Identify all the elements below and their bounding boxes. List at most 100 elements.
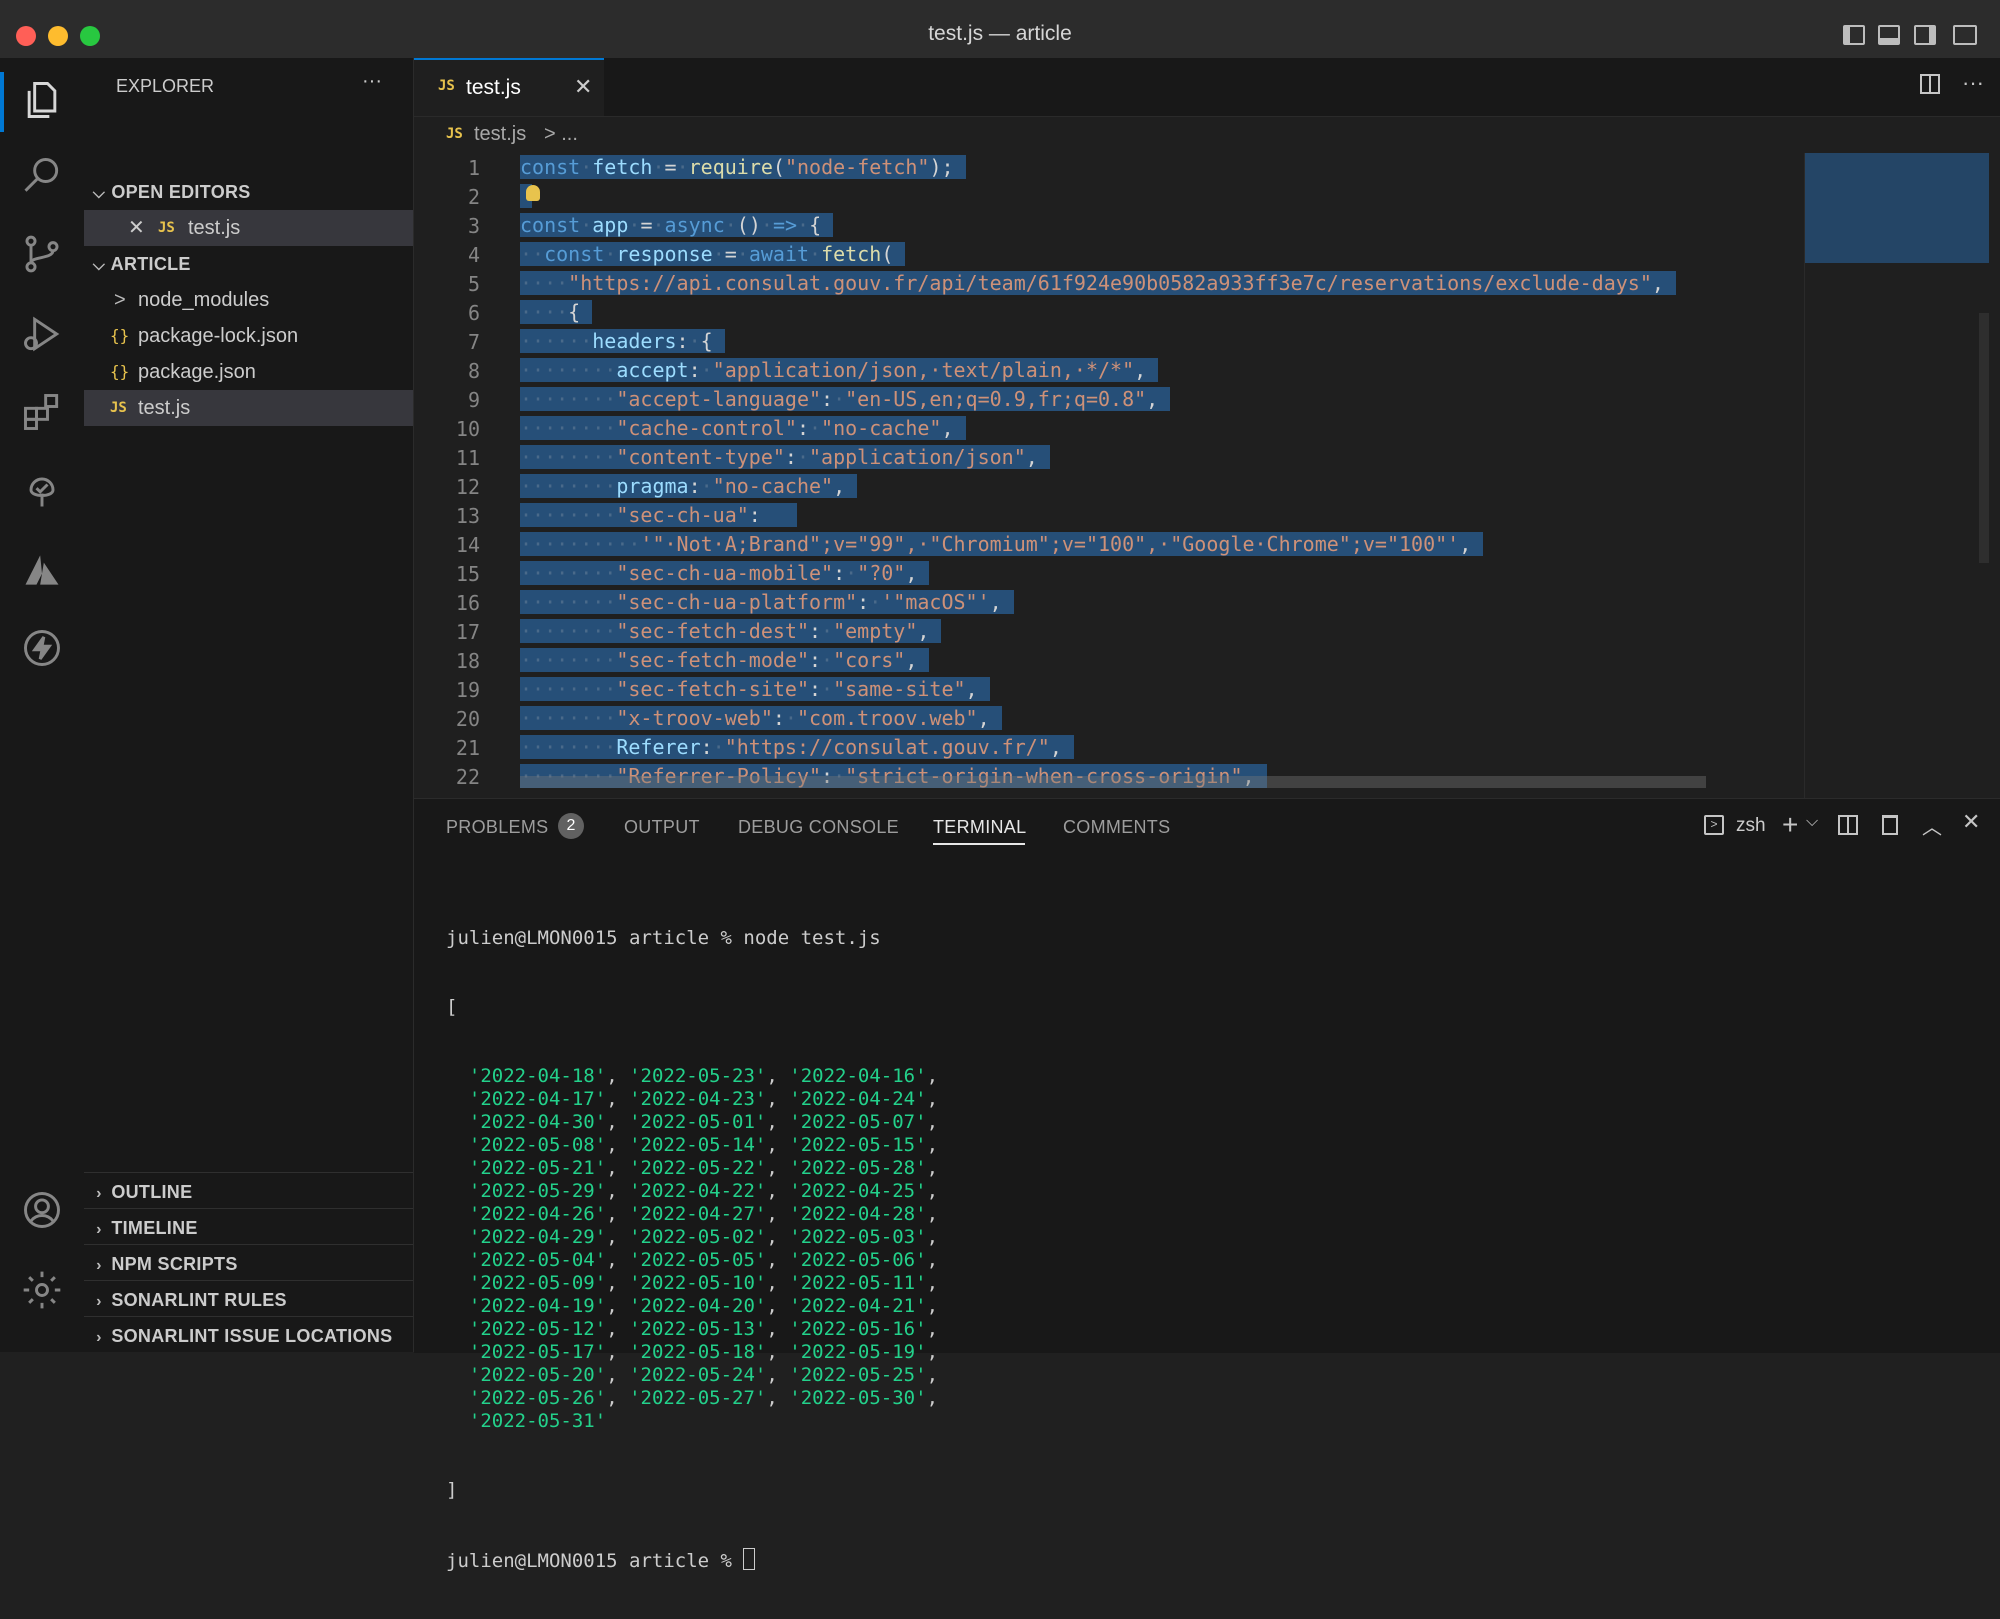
active-indicator	[0, 72, 4, 132]
terminal-close-bracket: ]	[446, 1479, 458, 1501]
date-value: 2022-05-11	[800, 1272, 916, 1294]
section-divider	[84, 1172, 413, 1173]
section-label: TIMELINE	[111, 1218, 198, 1238]
line-number: 4	[467, 243, 480, 267]
tab-comments[interactable]: COMMENTS	[1063, 817, 1170, 838]
tab-test-js[interactable]: JS test.js ✕	[414, 58, 604, 116]
customize-layout-icon[interactable]	[1953, 25, 1977, 45]
date-value: 2022-05-17	[480, 1341, 595, 1363]
tab-label: test.js	[466, 76, 521, 99]
toggle-primary-sidebar-icon[interactable]	[1843, 25, 1865, 45]
tab-terminal[interactable]: TERMINAL	[933, 817, 1026, 838]
terminal-date-row: '2022-05-21', '2022-05-22', '2022-05-28'…	[468, 1157, 939, 1179]
code-editor[interactable]: 1 2 3 4 5 6 7 8 9 10 11 12 13 14 15 16 17 18 19 20 21 22 cons…	[414, 153, 2000, 798]
date-value: 2022-05-15	[800, 1134, 916, 1156]
code-content[interactable]: const·fetch·=·require("node-fetch"); con…	[520, 153, 1676, 791]
terminal-prompt-line[interactable]: julien@LMON0015 article %	[446, 1548, 938, 1573]
date-value: 2022-04-20	[640, 1295, 755, 1317]
date-value: 2022-05-22	[640, 1157, 755, 1179]
date-value: 2022-04-30	[480, 1111, 595, 1133]
lightbulb-icon[interactable]	[526, 185, 540, 201]
toggle-secondary-sidebar-icon[interactable]	[1914, 25, 1936, 45]
date-value: 2022-05-18	[640, 1341, 755, 1363]
date-value: 2022-05-02	[640, 1226, 755, 1248]
line-number: 11	[455, 446, 480, 470]
tree-icon[interactable]	[20, 468, 64, 512]
toggle-panel-icon[interactable]	[1878, 25, 1900, 45]
line-number: 19	[455, 678, 480, 702]
close-panel-icon[interactable]: ✕	[1962, 809, 1980, 835]
editor-tab-bar: JS test.js ✕ ···	[414, 58, 2000, 117]
line-number: 10	[455, 417, 480, 441]
maximize-panel-icon[interactable]: ︿	[1922, 811, 1942, 840]
outline-section[interactable]: › OUTLINE	[84, 1174, 413, 1210]
line-number: 22	[455, 765, 480, 789]
minimap-selection	[1805, 153, 1989, 263]
file-node-modules[interactable]: > node_modules	[84, 282, 413, 318]
file-test-js[interactable]: JS test.js	[84, 390, 413, 426]
date-value: 2022-05-26	[480, 1387, 595, 1409]
date-value: 2022-04-25	[800, 1180, 916, 1202]
tab-debug-console[interactable]: DEBUG CONSOLE	[738, 817, 899, 838]
section-label: NPM SCRIPTS	[111, 1254, 238, 1274]
vertical-scrollbar[interactable]	[1979, 313, 1989, 563]
close-icon[interactable]: ✕	[128, 210, 145, 246]
file-package-lock[interactable]: {} package-lock.json	[84, 318, 413, 354]
date-value: 2022-05-28	[800, 1157, 916, 1179]
terminal-date-list: '2022-04-18', '2022-05-23', '2022-04-16'…	[446, 1065, 938, 1433]
chevron-down-icon[interactable]: ⌵	[1806, 813, 1818, 831]
account-icon[interactable]	[20, 1188, 64, 1232]
terminal-date-row: '2022-05-08', '2022-05-14', '2022-05-15'…	[468, 1134, 939, 1156]
breadcrumb-rest[interactable]: > ...	[544, 123, 578, 146]
date-value: 2022-05-20	[480, 1364, 595, 1386]
folder-section[interactable]: ⌵ ARTICLE	[84, 246, 413, 282]
date-value: 2022-04-16	[800, 1065, 916, 1087]
new-terminal-icon[interactable]: +	[1782, 809, 1798, 841]
line-number: 16	[455, 591, 480, 615]
date-value: 2022-05-07	[800, 1111, 916, 1133]
breadcrumb: JS test.js > ...	[414, 117, 2000, 153]
close-tab-icon[interactable]: ✕	[574, 74, 592, 100]
line-number: 14	[455, 533, 480, 557]
tab-problems[interactable]: PROBLEMS	[446, 817, 548, 838]
trash-icon[interactable]	[1882, 815, 1898, 835]
more-actions-icon[interactable]: ···	[362, 70, 382, 93]
explorer-icon[interactable]	[20, 78, 64, 122]
npm-scripts-section[interactable]: › NPM SCRIPTS	[84, 1246, 413, 1282]
open-editors-section[interactable]: ⌵ OPEN EDITORS	[84, 174, 413, 210]
editor-more-actions-icon[interactable]: ···	[1962, 70, 1984, 96]
shell-name[interactable]: zsh	[1736, 815, 1766, 837]
breadcrumb-file[interactable]: test.js	[474, 123, 526, 146]
lightning-icon[interactable]	[20, 626, 64, 670]
date-value: 2022-04-23	[640, 1088, 755, 1110]
chevron-right-icon: ›	[96, 1257, 102, 1274]
file-package-json[interactable]: {} package.json	[84, 354, 413, 390]
terminal-output[interactable]: julien@LMON0015 article % node test.js […	[446, 881, 938, 1619]
open-editor-item[interactable]: ✕ JS test.js	[84, 210, 413, 246]
timeline-section[interactable]: › TIMELINE	[84, 1210, 413, 1246]
search-icon[interactable]	[20, 154, 64, 198]
section-label: OUTLINE	[111, 1182, 193, 1202]
sonarlint-rules-section[interactable]: › SONARLINT RULES	[84, 1282, 413, 1318]
run-debug-icon[interactable]	[20, 312, 64, 356]
tab-output[interactable]: OUTPUT	[624, 817, 700, 838]
terminal-date-row: '2022-05-20', '2022-05-24', '2022-05-25'…	[468, 1364, 939, 1386]
js-file-icon: JS	[158, 220, 175, 236]
sonarlint-issue-locations-section[interactable]: › SONARLINT ISSUE LOCATIONS	[84, 1318, 413, 1354]
line-number: 3	[467, 214, 480, 238]
terminal-date-row: '2022-04-17', '2022-04-23', '2022-04-24'…	[468, 1088, 939, 1110]
horizontal-scrollbar[interactable]	[520, 776, 1706, 788]
source-control-icon[interactable]	[20, 232, 64, 276]
settings-gear-icon[interactable]	[20, 1268, 64, 1312]
section-divider	[84, 1280, 413, 1281]
extensions-icon[interactable]	[20, 390, 64, 434]
date-value: 2022-05-23	[640, 1065, 755, 1087]
date-value: 2022-05-31	[480, 1410, 595, 1432]
js-file-icon: JS	[110, 400, 127, 416]
split-editor-icon[interactable]	[1920, 74, 1940, 94]
terminal-cursor	[743, 1548, 756, 1570]
azure-icon[interactable]	[20, 548, 64, 592]
activity-bar	[0, 58, 85, 1352]
minimap[interactable]	[1804, 153, 1989, 798]
split-terminal-icon[interactable]	[1838, 815, 1858, 835]
